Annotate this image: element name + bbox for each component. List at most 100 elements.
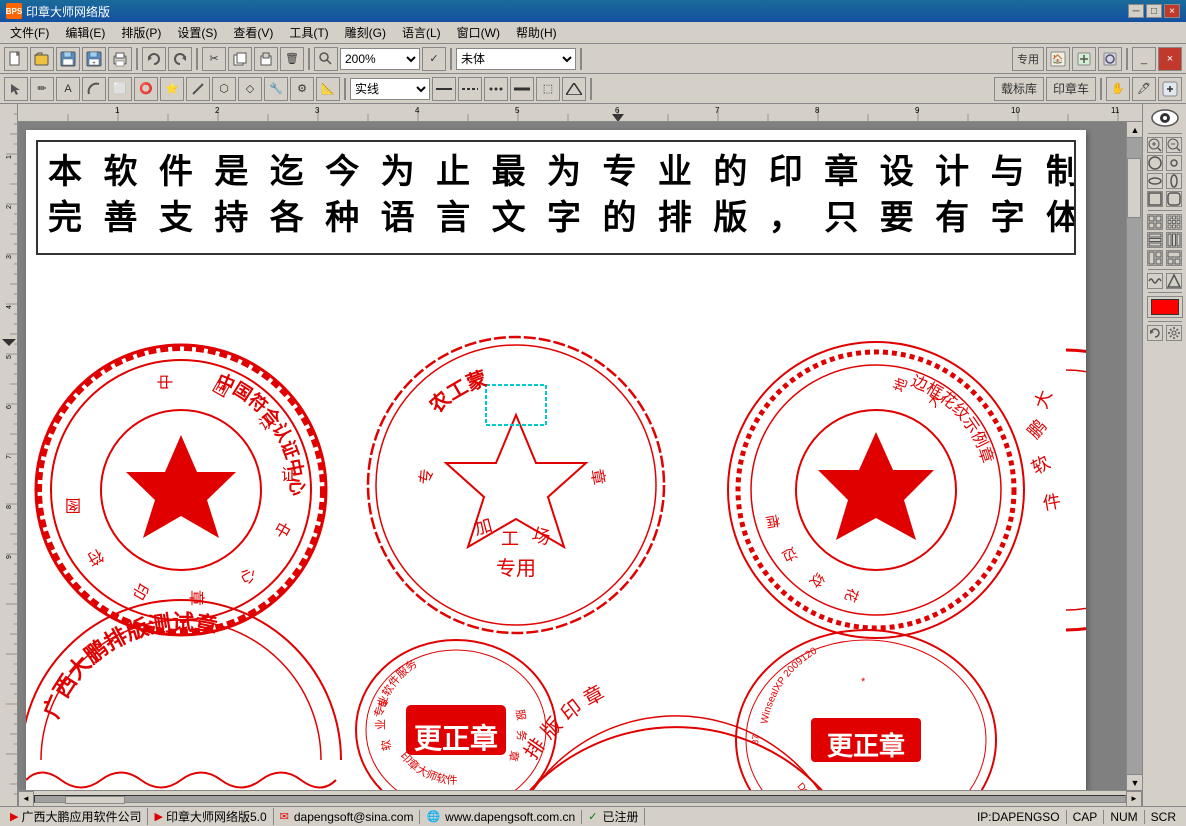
menu-help[interactable]: 帮助(H) bbox=[508, 22, 565, 43]
scroll-thumb-h[interactable] bbox=[65, 796, 125, 804]
zoom-select[interactable]: 200%100%150%50% bbox=[340, 48, 420, 70]
tool-more5[interactable]: 📐 bbox=[316, 77, 340, 101]
line-btn6[interactable] bbox=[562, 77, 586, 101]
scroll-right-btn[interactable]: ► bbox=[1126, 791, 1142, 807]
color-display bbox=[1151, 299, 1179, 315]
close-button[interactable]: × bbox=[1164, 4, 1180, 18]
line-btn3[interactable] bbox=[484, 77, 508, 101]
rp-circle-small[interactable] bbox=[1166, 155, 1182, 171]
menu-file[interactable]: 文件(F) bbox=[2, 22, 57, 43]
rp-settings[interactable] bbox=[1166, 325, 1182, 341]
pencil-tool[interactable]: 🖊 bbox=[1132, 77, 1156, 101]
tb-minimize[interactable]: _ bbox=[1132, 47, 1156, 71]
icon-btn3[interactable] bbox=[1098, 47, 1122, 71]
menu-language[interactable]: 语言(L) bbox=[394, 22, 449, 43]
font-select[interactable]: 未体 bbox=[456, 48, 576, 70]
rp-rect-corner[interactable] bbox=[1166, 191, 1182, 207]
rp-color-swatch[interactable] bbox=[1147, 296, 1183, 318]
redo-button[interactable] bbox=[168, 47, 192, 71]
tool-line[interactable] bbox=[186, 77, 210, 101]
tool-more3[interactable]: 🔧 bbox=[264, 77, 288, 101]
rp-stripe-h[interactable] bbox=[1147, 232, 1163, 248]
tool-arc[interactable] bbox=[82, 77, 106, 101]
cut-button[interactable]: ✂ bbox=[202, 47, 226, 71]
print-button[interactable] bbox=[108, 47, 132, 71]
saveas-button[interactable]: + bbox=[82, 47, 106, 71]
tool-rect[interactable]: ⬜ bbox=[108, 77, 132, 101]
rp-circle-group bbox=[1147, 155, 1183, 171]
tool-circle[interactable]: ⭕ bbox=[134, 77, 158, 101]
hand-tool[interactable]: ✋ bbox=[1106, 77, 1130, 101]
rp-grid-4[interactable] bbox=[1147, 214, 1163, 230]
horizontal-scrollbar[interactable]: ◄ ► bbox=[18, 790, 1142, 806]
svg-text:3: 3 bbox=[315, 106, 320, 115]
website-text: www.dapengsoft.com.cn bbox=[445, 810, 575, 824]
eye-button[interactable] bbox=[1147, 106, 1183, 130]
scroll-track-h[interactable] bbox=[34, 795, 1126, 803]
scroll-thumb-v[interactable] bbox=[1127, 158, 1141, 218]
paste-button[interactable] bbox=[254, 47, 278, 71]
rp-layout2[interactable] bbox=[1166, 250, 1182, 266]
svg-text:加: 加 bbox=[472, 515, 495, 539]
magnifier-tool[interactable] bbox=[1158, 77, 1182, 101]
line-style-select[interactable]: 实线虚线点线 bbox=[350, 78, 430, 100]
rp-circle-large[interactable] bbox=[1147, 155, 1163, 171]
minimize-button[interactable]: ─ bbox=[1128, 4, 1144, 18]
vertical-scrollbar[interactable]: ▲ ▼ bbox=[1126, 122, 1142, 790]
stamp2: 农工蒙 加 工 场 专用 专 bbox=[368, 337, 664, 633]
canvas-area[interactable]: 本 软 件 是 迄 今 为 止 最 为 专 业 的 印 章 设 计 与 制 作 … bbox=[18, 122, 1142, 790]
menu-engrave[interactable]: 雕刻(G) bbox=[337, 22, 394, 43]
scroll-track-v[interactable] bbox=[1127, 138, 1142, 774]
tool-more1[interactable]: ⬡ bbox=[212, 77, 236, 101]
tool-more2[interactable]: ◇ bbox=[238, 77, 262, 101]
rp-refresh[interactable] bbox=[1147, 325, 1163, 341]
line-btn4[interactable] bbox=[510, 77, 534, 101]
cursor-tool[interactable] bbox=[4, 77, 28, 101]
icon-btn2[interactable] bbox=[1072, 47, 1096, 71]
new-button[interactable] bbox=[4, 47, 28, 71]
rp-zoom-out[interactable] bbox=[1166, 137, 1182, 153]
line-btn5[interactable]: ⬚ bbox=[536, 77, 560, 101]
tool-pen[interactable]: ✏ bbox=[30, 77, 54, 101]
menu-tools[interactable]: 工具(T) bbox=[281, 22, 336, 43]
tb-maximize[interactable]: × bbox=[1158, 47, 1182, 71]
tool-more4[interactable]: ⚙ bbox=[290, 77, 314, 101]
rp-stripe-group bbox=[1147, 232, 1183, 248]
scroll-down-btn[interactable]: ▼ bbox=[1127, 774, 1142, 790]
stamp3: 边框花纹示例章 地 大 花 纹 边 框 bbox=[728, 342, 1024, 638]
svg-text:中: 中 bbox=[271, 519, 294, 543]
delete-button[interactable]: 🗑 bbox=[280, 47, 304, 71]
library-label[interactable]: 载标库 bbox=[994, 77, 1044, 101]
rp-ellipse-h[interactable] bbox=[1147, 173, 1163, 189]
svg-text:场: 场 bbox=[530, 525, 553, 549]
menu-view[interactable]: 查看(V) bbox=[225, 22, 281, 43]
save-button[interactable] bbox=[56, 47, 80, 71]
scroll-left-btn[interactable]: ◄ bbox=[18, 791, 34, 807]
copy-button[interactable] bbox=[228, 47, 252, 71]
icon-btn1[interactable]: 🏠 bbox=[1046, 47, 1070, 71]
rp-stripe-v[interactable] bbox=[1166, 232, 1182, 248]
maximize-button[interactable]: □ bbox=[1146, 4, 1162, 18]
cart-label[interactable]: 印章车 bbox=[1046, 77, 1096, 101]
menu-edit[interactable]: 编辑(E) bbox=[57, 22, 113, 43]
zoom-apply[interactable]: ✓ bbox=[422, 47, 446, 71]
rp-rect-full[interactable] bbox=[1147, 191, 1163, 207]
open-button[interactable] bbox=[30, 47, 54, 71]
menu-layout[interactable]: 排版(P) bbox=[113, 22, 169, 43]
rp-layout1[interactable] bbox=[1147, 250, 1163, 266]
undo-button[interactable] bbox=[142, 47, 166, 71]
rp-zoom-in[interactable] bbox=[1147, 137, 1163, 153]
sep2 bbox=[196, 48, 198, 70]
tool-star[interactable]: ⭐ bbox=[160, 77, 184, 101]
rp-shape-group bbox=[1147, 273, 1183, 289]
scroll-up-btn[interactable]: ▲ bbox=[1127, 122, 1142, 138]
menu-settings[interactable]: 设置(S) bbox=[169, 22, 225, 43]
rp-triangle[interactable] bbox=[1166, 273, 1182, 289]
rp-ellipse-v[interactable] bbox=[1166, 173, 1182, 189]
rp-grid-9[interactable] bbox=[1166, 214, 1182, 230]
line-btn1[interactable] bbox=[432, 77, 456, 101]
line-btn2[interactable] bbox=[458, 77, 482, 101]
tool-text[interactable]: A bbox=[56, 77, 80, 101]
rp-wave[interactable] bbox=[1147, 273, 1163, 289]
menu-window[interactable]: 窗口(W) bbox=[449, 22, 508, 43]
